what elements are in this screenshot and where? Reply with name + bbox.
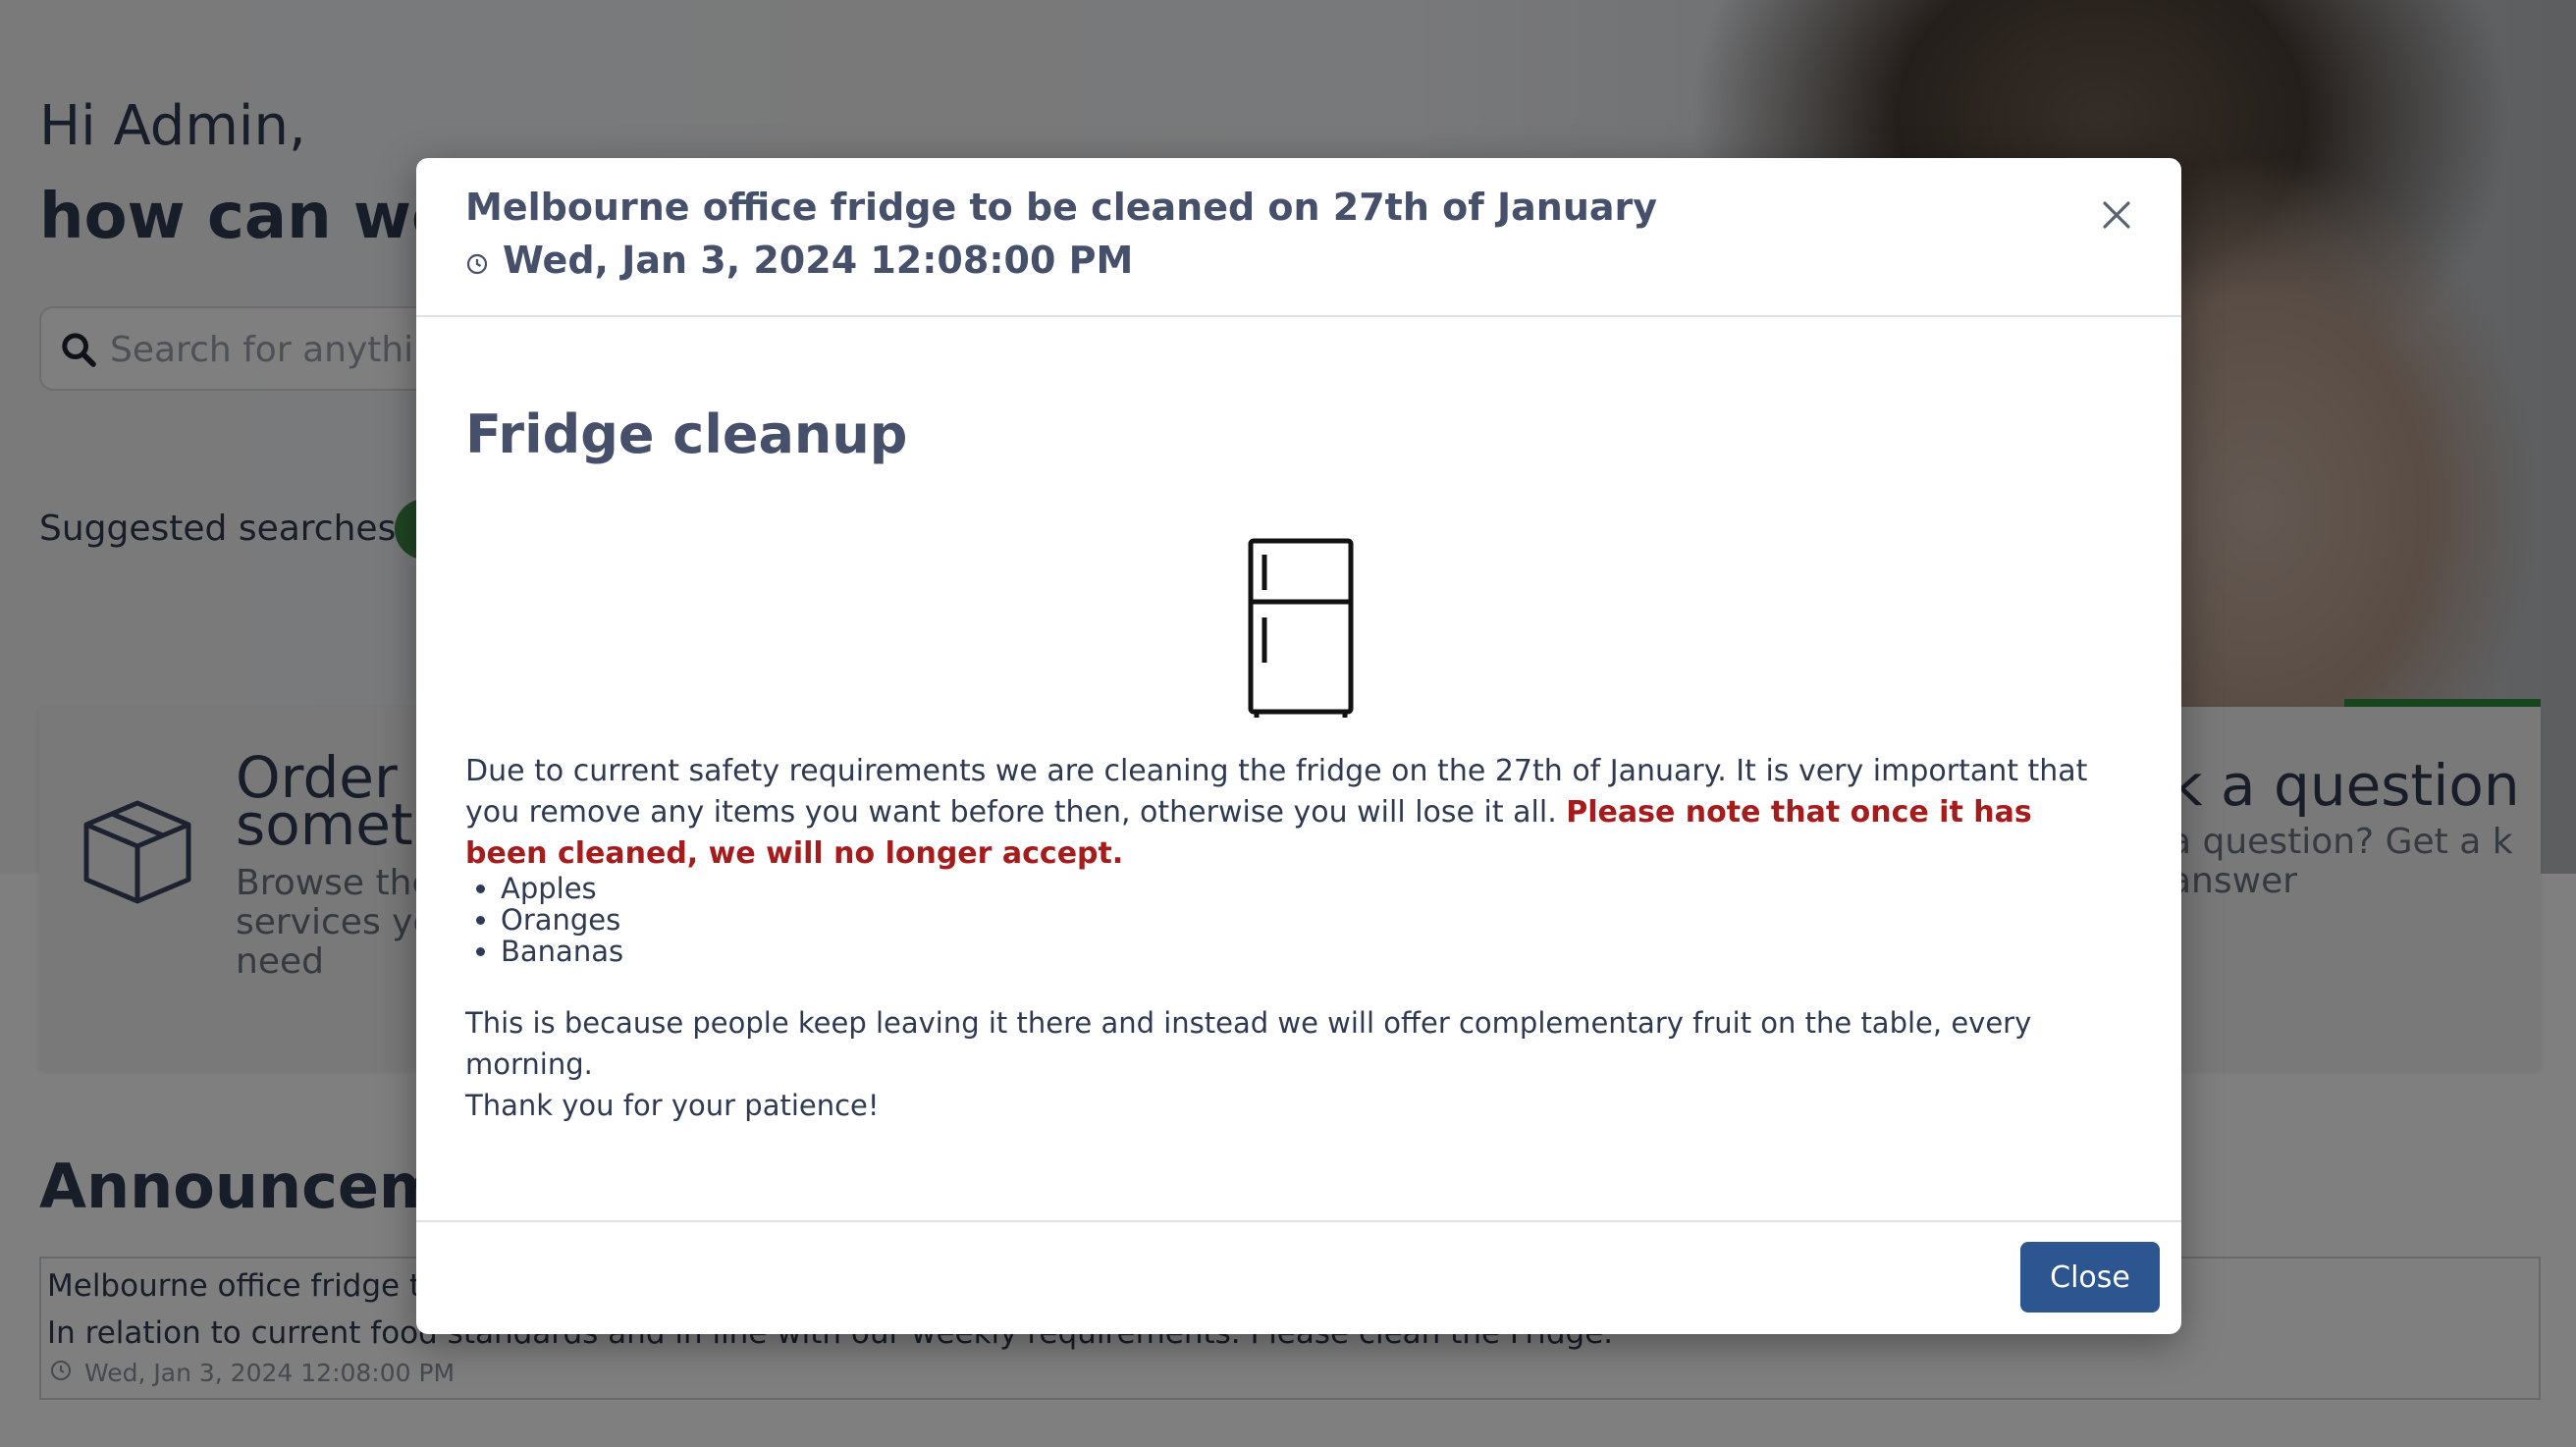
fruit-list: Apples Oranges Bananas [465, 873, 623, 967]
modal-header-divider [416, 315, 2181, 317]
announcement-modal: Melbourne office fridge to be cleaned on… [416, 158, 2181, 1334]
modal-title: Melbourne office fridge to be cleaned on… [465, 186, 1658, 229]
fridge-icon [1248, 538, 1354, 718]
modal-date: Wed, Jan 3, 2024 12:08:00 PM [503, 239, 1134, 282]
list-item: Oranges [501, 904, 623, 936]
list-item: Bananas [501, 936, 623, 967]
modal-paragraph: Due to current safety requirements we ar… [465, 751, 2115, 875]
modal-note: This is because people keep leaving it t… [465, 1002, 2115, 1126]
modal-heading: Fridge cleanup [465, 403, 908, 465]
list-item: Apples [501, 873, 623, 904]
modal-note-line-1: This is because people keep leaving it t… [465, 1006, 2032, 1081]
modal-footer-divider [416, 1220, 2181, 1222]
close-icon[interactable] [2095, 193, 2138, 237]
close-button[interactable]: Close [2020, 1242, 2160, 1313]
clock-icon [466, 253, 488, 275]
modal-note-line-2: Thank you for your patience! [465, 1089, 880, 1122]
